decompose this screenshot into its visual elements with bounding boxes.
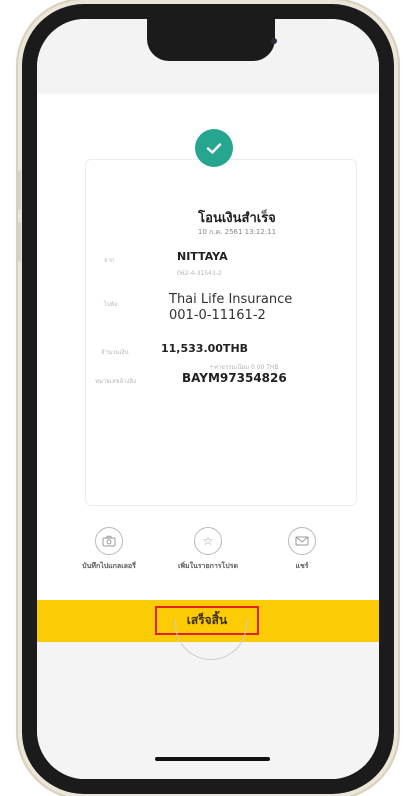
add-favorite-label: เพิ่มในรายการโปรด xyxy=(177,562,239,570)
to-label: ไปยัง xyxy=(104,301,118,308)
star-icon: ☆ xyxy=(194,527,222,555)
amount-label: จำนวนเงิน xyxy=(101,349,129,356)
add-favorite-button[interactable]: ☆ เพิ่มในรายการโปรด xyxy=(168,527,248,572)
home-indicator[interactable] xyxy=(155,757,270,761)
success-title: โอนเงินสำเร็จ xyxy=(198,211,276,226)
share-label: แชร์ xyxy=(295,562,309,570)
camera-icon xyxy=(95,527,123,555)
notch xyxy=(147,19,277,61)
side-button-left-top xyxy=(18,170,21,210)
reference-label: หมายเลขอ้างอิง xyxy=(95,378,137,385)
side-button-left-bottom xyxy=(18,222,21,262)
mail-icon xyxy=(288,527,316,555)
save-to-gallery-label: บันทึกไปแกลเลอรี่ xyxy=(82,562,136,570)
phone-screen: โอนเงินสำเร็จ 10 ก.ค. 2561 13:12:11 จาก … xyxy=(37,19,379,779)
share-button[interactable]: แชร์ xyxy=(262,527,342,572)
amount-value: 11,533.00THB xyxy=(161,342,249,355)
from-name: NITTAYA xyxy=(177,250,228,263)
transaction-datetime: 10 ก.ค. 2561 13:12:11 xyxy=(197,228,277,236)
camera-icon xyxy=(271,38,277,44)
to-name: Thai Life Insurance xyxy=(169,292,293,307)
save-to-gallery-button[interactable]: บันทึกไปแกลเลอรี่ xyxy=(69,527,149,572)
reference-value: BAYM97354826 xyxy=(182,371,287,385)
from-label: จาก xyxy=(104,257,115,264)
success-check-icon xyxy=(195,129,233,167)
to-account: 001-0-11161-2 xyxy=(169,308,266,323)
action-bar: บันทึกไปแกลเลอรี่ ☆ เพิ่มในรายการโปรด แช… xyxy=(37,527,379,587)
from-account: 062-4-31543-2 xyxy=(177,270,222,277)
